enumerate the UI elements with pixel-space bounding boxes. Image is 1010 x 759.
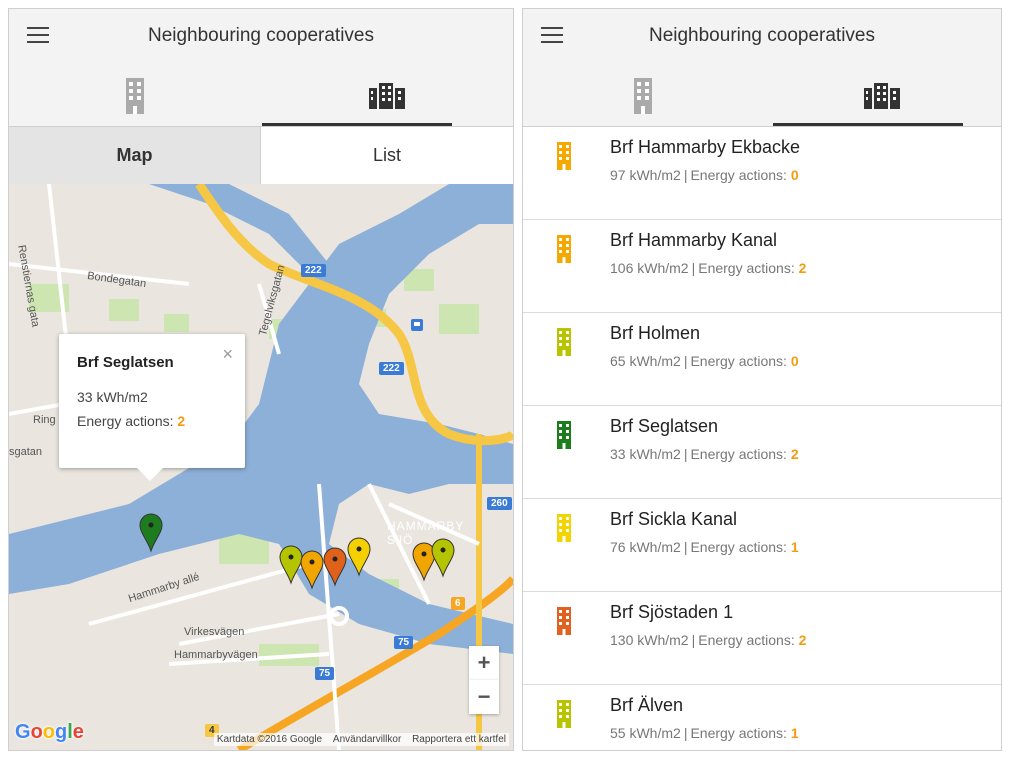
list-item[interactable]: Brf Älven 55 kWh/m2 | Energy actions: 1 xyxy=(523,685,1001,750)
map-marker[interactable] xyxy=(431,538,455,578)
logo-letter: e xyxy=(72,721,84,743)
popup-actions: Energy actions: 2 xyxy=(77,413,227,429)
map-marker[interactable] xyxy=(347,537,371,577)
building-icon xyxy=(557,142,571,170)
report-link[interactable]: Rapportera ett kartfel xyxy=(412,734,506,745)
tab-bar xyxy=(523,65,1001,127)
coop-stats: 106 kWh/m2 | Energy actions: 2 xyxy=(610,260,807,276)
app-bar: Neighbouring cooperatives xyxy=(9,9,513,65)
actions-value: 2 xyxy=(790,446,799,462)
logo-letter: g xyxy=(55,721,68,743)
popup-energy-use: 33 kWh/m2 xyxy=(77,389,148,405)
coop-name: Brf Sickla Kanal xyxy=(610,509,738,529)
coop-name: Brf Älven xyxy=(610,695,684,715)
map-marker[interactable] xyxy=(300,550,324,590)
coop-kwh: 106 kWh/m2 xyxy=(610,260,689,276)
coop-kwh: 130 kWh/m2 xyxy=(610,632,689,648)
building-icon xyxy=(557,700,571,728)
coop-kwh: 65 kWh/m2 xyxy=(610,353,681,369)
building-icon xyxy=(557,514,571,542)
coop-stats: 33 kWh/m2 | Energy actions: 2 xyxy=(610,446,799,462)
building-icon xyxy=(557,421,571,449)
coop-kwh: 33 kWh/m2 xyxy=(610,446,681,462)
map-attribution: Kartdata ©2016 Google Användarvillkor Ra… xyxy=(213,733,509,746)
tab-my-building[interactable] xyxy=(9,65,261,127)
list-item[interactable]: Brf Holmen 65 kWh/m2 | Energy actions: 0 xyxy=(523,313,1001,406)
list-item[interactable]: Brf Sickla Kanal 76 kWh/m2 | Energy action… xyxy=(523,499,1001,592)
coop-stats: 97 kWh/m2 | Energy actions: 0 xyxy=(610,167,799,183)
popup-actions-label: Energy actions: xyxy=(77,413,174,429)
info-popup: × Brf Seglatsen 33 kWh/m2 Energy actions… xyxy=(59,334,245,481)
zoom-out-button[interactable]: − xyxy=(469,680,499,714)
list-item[interactable]: Brf Hammarby Kanal 106 kWh/m2 | Energy act… xyxy=(523,220,1001,313)
page-title: Neighbouring cooperatives xyxy=(648,25,876,46)
tab-neighbours[interactable] xyxy=(762,65,1001,127)
actions-value: 1 xyxy=(790,539,799,555)
map-view-button[interactable]: Map xyxy=(9,127,261,184)
page-title: Neighbouring cooperatives xyxy=(147,25,375,46)
actions-label: Energy actions: xyxy=(690,353,787,369)
app-bar: Neighbouring cooperatives xyxy=(523,9,1001,65)
map-data-credit: Kartdata ©2016 Google xyxy=(216,734,323,745)
buildings-icon xyxy=(863,83,900,109)
actions-label: Energy actions: xyxy=(690,539,787,555)
list-screen: Neighbouring cooperatives Brf Hammarby E… xyxy=(522,8,1002,751)
tab-indicator xyxy=(262,123,452,126)
zoom-in-button[interactable]: + xyxy=(469,646,499,680)
popup-actions-value: 2 xyxy=(177,413,186,429)
actions-label: Energy actions: xyxy=(698,260,795,276)
list-view-button[interactable]: List xyxy=(261,127,513,184)
building-icon xyxy=(557,235,571,263)
view-toggle: Map List xyxy=(9,127,513,184)
actions-label: Energy actions: xyxy=(690,446,787,462)
tab-bar xyxy=(9,65,513,127)
building-icon xyxy=(126,78,144,114)
logo-letter: o xyxy=(30,721,43,743)
tab-indicator xyxy=(773,123,963,126)
coop-kwh: 76 kWh/m2 xyxy=(610,539,681,555)
list-item[interactable]: Brf Seglatsen 33 kWh/m2 | Energy actions: … xyxy=(523,406,1001,499)
map[interactable]: Bondegatan Renstiernas gata Tegelviksgat… xyxy=(9,184,513,750)
coop-name: Brf Sjöstaden 1 xyxy=(610,602,734,622)
actions-value: 0 xyxy=(790,167,799,183)
coop-name: Brf Hammarby Ekbacke xyxy=(610,137,801,157)
actions-label: Energy actions: xyxy=(690,167,787,183)
actions-label: Energy actions: xyxy=(690,725,787,741)
coop-stats: 130 kWh/m2 | Energy actions: 2 xyxy=(610,632,807,648)
actions-value: 2 xyxy=(798,632,807,648)
building-icon xyxy=(557,328,571,356)
building-icon xyxy=(557,607,571,635)
actions-value: 2 xyxy=(798,260,807,276)
terms-link[interactable]: Användarvillkor xyxy=(333,734,401,745)
actions-value: 0 xyxy=(790,353,799,369)
list-item[interactable]: Brf Hammarby Ekbacke 97 kWh/m2 | Energy ac… xyxy=(523,127,1001,220)
actions-value: 1 xyxy=(790,725,799,741)
coop-name: Brf Hammarby Kanal xyxy=(610,230,778,250)
coop-stats: 65 kWh/m2 | Energy actions: 0 xyxy=(610,353,799,369)
tab-neighbours[interactable] xyxy=(261,65,513,127)
map-screen: Neighbouring cooperatives Map List Bonde… xyxy=(8,8,514,751)
cooperative-list: Brf Hammarby Ekbacke 97 kWh/m2 | Energy ac… xyxy=(523,127,1001,750)
map-marker[interactable] xyxy=(323,547,347,587)
actions-label: Energy actions: xyxy=(698,632,795,648)
coop-name: Brf Seglatsen xyxy=(610,416,719,436)
coop-name: Brf Holmen xyxy=(610,323,701,343)
building-icon xyxy=(633,78,652,114)
close-icon[interactable]: × xyxy=(222,344,233,365)
popup-title: Brf Seglatsen xyxy=(77,354,174,371)
logo-letter: o xyxy=(42,721,55,743)
map-marker[interactable] xyxy=(279,545,303,585)
tab-my-building[interactable] xyxy=(523,65,762,127)
buildings-icon xyxy=(369,83,405,109)
logo-letter: G xyxy=(15,721,31,743)
coop-kwh: 97 kWh/m2 xyxy=(610,167,681,183)
map-marker[interactable] xyxy=(139,513,163,553)
coop-stats: 76 kWh/m2 | Energy actions: 1 xyxy=(610,539,799,555)
list-item[interactable]: Brf Sjöstaden 1 130 kWh/m2 | Energy action… xyxy=(523,592,1001,685)
google-logo: Google xyxy=(15,721,84,744)
coop-kwh: 55 kWh/m2 xyxy=(610,725,681,741)
coop-stats: 55 kWh/m2 | Energy actions: 1 xyxy=(610,725,799,741)
